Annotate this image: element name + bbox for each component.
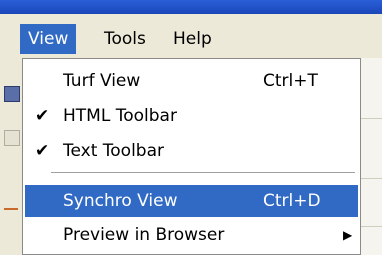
- background-panel: [361, 58, 382, 255]
- menu-item-turf-view[interactable]: Turf View Ctrl+T: [25, 65, 358, 97]
- menu-item-synchro-view[interactable]: Synchro View Ctrl+D: [25, 185, 358, 217]
- window-titlebar: [0, 0, 382, 14]
- panel-divider: [361, 178, 382, 179]
- menu-item-label: Preview in Browser: [63, 225, 225, 245]
- menu-item-label: Text Toolbar: [63, 141, 165, 161]
- menu-separator: [51, 172, 355, 174]
- panel-divider: [361, 118, 382, 119]
- toolbar-icon[interactable]: [4, 86, 20, 102]
- menu-item-shortcut: Ctrl+D: [263, 191, 321, 211]
- menu-item-preview-in-browser[interactable]: Preview in Browser ▶: [25, 219, 358, 251]
- menu-item-label: HTML Toolbar: [63, 106, 177, 126]
- menu-item-text-toolbar[interactable]: ✔ Text Toolbar: [25, 135, 358, 167]
- check-icon: ✔: [35, 106, 50, 126]
- menu-tools[interactable]: Tools: [96, 24, 154, 54]
- menu-help[interactable]: Help: [165, 24, 220, 54]
- panel-divider: [361, 226, 382, 227]
- menu-item-html-toolbar[interactable]: ✔ HTML Toolbar: [25, 100, 358, 132]
- menu-view[interactable]: View: [20, 24, 77, 54]
- view-menu-dropdown: Turf View Ctrl+T ✔ HTML Toolbar ✔ Text T…: [22, 58, 361, 255]
- menu-item-label: Turf View: [63, 71, 141, 91]
- menu-item-label: Synchro View: [63, 191, 178, 211]
- menubar: View Tools Help: [0, 14, 382, 59]
- menu-item-shortcut: Ctrl+T: [263, 71, 318, 91]
- check-icon: ✔: [35, 141, 50, 161]
- submenu-arrow-icon: ▶: [343, 228, 353, 242]
- toolbar-strip: [0, 58, 22, 255]
- toolbar-icon[interactable]: [4, 130, 20, 146]
- toolbar-divider: [4, 208, 18, 210]
